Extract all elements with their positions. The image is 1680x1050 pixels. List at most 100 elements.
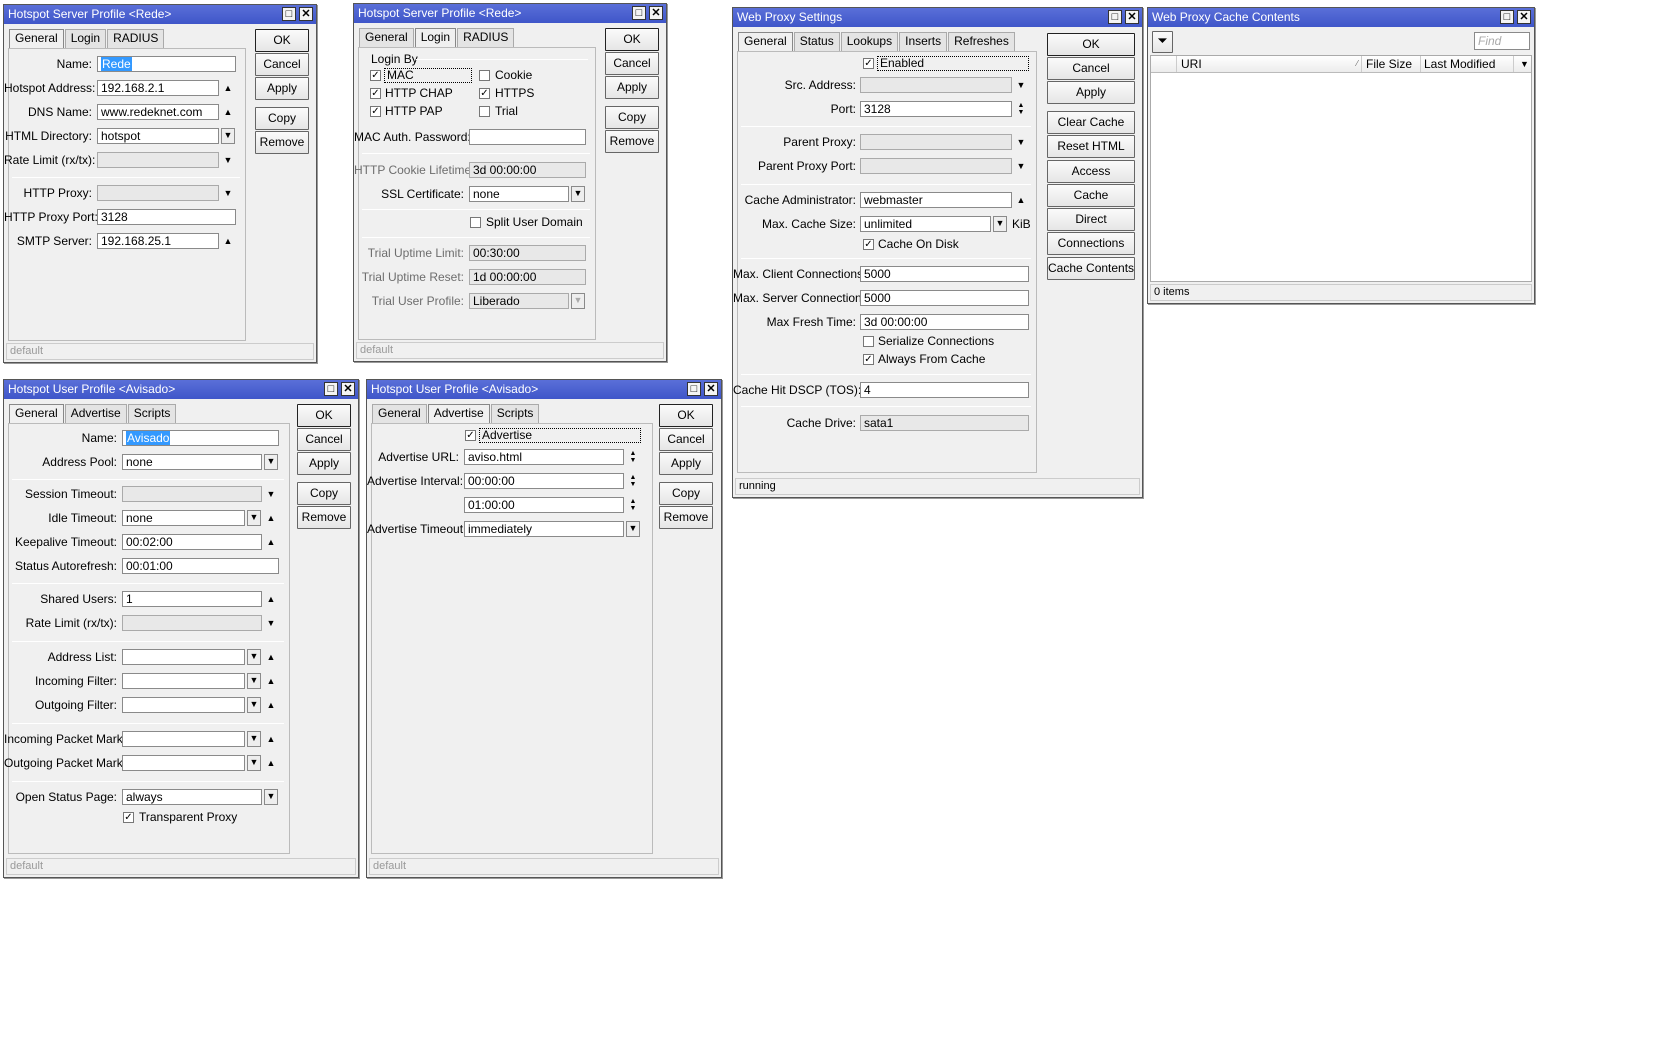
apply-button[interactable]: Apply (297, 452, 351, 475)
http-proxy-port-field[interactable]: 3128 (97, 209, 236, 225)
advertise-checkbox[interactable]: ✓ (465, 430, 476, 441)
apply-button[interactable]: Apply (605, 76, 659, 99)
tab-advertise[interactable]: Advertise (64, 404, 127, 423)
title-bar[interactable]: Hotspot Server Profile <Rede> □ ✕ (4, 5, 316, 24)
direct-button[interactable]: Direct (1047, 208, 1135, 231)
cache-administrator-field[interactable]: webmaster (860, 192, 1012, 208)
expand-down-icon[interactable]: ▼ (265, 615, 277, 631)
connections-button[interactable]: Connections (1047, 232, 1135, 255)
collapse-up-icon[interactable]: ▲ (265, 697, 277, 713)
collapse-up-icon[interactable]: ▲ (265, 591, 277, 607)
outgoing-packet-mark-field[interactable] (122, 755, 245, 771)
access-button[interactable]: Access (1047, 160, 1135, 183)
cancel-button[interactable]: Cancel (1047, 57, 1135, 80)
https-checkbox[interactable]: ✓ (479, 88, 490, 99)
cancel-button[interactable]: Cancel (605, 52, 659, 75)
close-icon[interactable]: ✕ (341, 382, 355, 396)
tab-scripts[interactable]: Scripts (127, 404, 177, 423)
expand-down-icon[interactable]: ▼ (1015, 77, 1027, 93)
tab-refreshes[interactable]: Refreshes (948, 32, 1015, 51)
collapse-up-icon[interactable]: ▲ (222, 80, 234, 96)
copy-button[interactable]: Copy (297, 482, 351, 505)
dropdown-icon[interactable]: ▼ (264, 789, 278, 805)
reset-html-button[interactable]: Reset HTML (1047, 135, 1135, 158)
dropdown-icon[interactable]: ▼ (247, 649, 261, 665)
cancel-button[interactable]: Cancel (255, 53, 309, 76)
ok-button[interactable]: OK (659, 404, 713, 427)
copy-button[interactable]: Copy (255, 107, 309, 130)
collapse-up-icon[interactable]: ▲ (265, 649, 277, 665)
tab-lookups[interactable]: Lookups (840, 32, 899, 51)
title-bar[interactable]: Hotspot User Profile <Avisado> □ ✕ (4, 380, 358, 399)
max-server-connections-field[interactable]: 5000 (860, 290, 1029, 306)
hotspot-address-field[interactable]: 192.168.2.1 (97, 80, 219, 96)
trial-uptime-limit-field[interactable]: 00:30:00 (469, 245, 586, 261)
cancel-button[interactable]: Cancel (297, 428, 351, 451)
tab-general[interactable]: General (372, 404, 427, 423)
apply-button[interactable]: Apply (659, 452, 713, 475)
tab-login[interactable]: Login (64, 29, 107, 48)
tab-inserts[interactable]: Inserts (899, 32, 948, 51)
open-status-page-field[interactable]: always (122, 789, 262, 805)
remove-button[interactable]: Remove (255, 131, 309, 154)
close-icon[interactable]: ✕ (704, 382, 718, 396)
cache-on-disk-checkbox[interactable]: ✓ (863, 239, 874, 250)
tab-radius[interactable]: RADIUS (107, 29, 165, 48)
address-pool-field[interactable]: none (122, 454, 262, 470)
title-bar[interactable]: Hotspot Server Profile <Rede> □ ✕ (354, 4, 666, 23)
maximize-icon[interactable]: □ (282, 7, 296, 21)
cache-button[interactable]: Cache (1047, 184, 1135, 207)
title-bar[interactable]: Web Proxy Settings □ ✕ (733, 8, 1142, 27)
dns-name-field[interactable]: www.redeknet.com (97, 104, 219, 120)
collapse-up-icon[interactable]: ▲ (265, 673, 277, 689)
copy-button[interactable]: Copy (605, 106, 659, 129)
title-bar[interactable]: Hotspot User Profile <Avisado> □ ✕ (367, 380, 721, 399)
cache-hit-dscp-field[interactable]: 4 (860, 382, 1029, 398)
transparent-proxy-checkbox[interactable]: ✓ (123, 812, 134, 823)
split-user-domain-checkbox[interactable] (470, 217, 481, 228)
title-bar[interactable]: Web Proxy Cache Contents □ ✕ (1148, 8, 1534, 27)
always-from-cache-checkbox[interactable]: ✓ (863, 354, 874, 365)
spinner-icon[interactable]: ▲ ▼ (627, 497, 639, 513)
dropdown-icon[interactable]: ▼ (626, 521, 640, 537)
maximize-icon[interactable]: □ (632, 6, 646, 20)
filter-icon[interactable]: ⏷ (1152, 31, 1173, 53)
cache-drive-field[interactable]: sata1 (860, 415, 1029, 431)
close-icon[interactable]: ✕ (649, 6, 663, 20)
close-icon[interactable]: ✕ (1517, 10, 1531, 24)
find-input[interactable]: Find (1474, 32, 1530, 50)
status-autorefresh-field[interactable]: 00:01:00 (122, 558, 279, 574)
dropdown-icon[interactable]: ▼ (247, 731, 261, 747)
cancel-button[interactable]: Cancel (659, 428, 713, 451)
remove-button[interactable]: Remove (659, 506, 713, 529)
http-cookie-lifetime-field[interactable]: 3d 00:00:00 (469, 162, 586, 178)
http-pap-checkbox[interactable]: ✓ (370, 106, 381, 117)
max-cache-size-field[interactable]: unlimited (860, 216, 991, 232)
parent-proxy-port-field[interactable] (860, 158, 1012, 174)
rate-limit-field[interactable] (122, 615, 262, 631)
tab-general[interactable]: General (738, 32, 793, 52)
trial-user-profile-field[interactable]: Liberado (469, 293, 569, 309)
ok-button[interactable]: OK (605, 28, 659, 51)
column-header-uri[interactable]: URI ⁄ (1181, 56, 1362, 72)
shared-users-field[interactable]: 1 (122, 591, 262, 607)
collapse-up-icon[interactable]: ▲ (1015, 192, 1027, 208)
collapse-up-icon[interactable]: ▲ (265, 510, 277, 526)
parent-proxy-field[interactable] (860, 134, 1012, 150)
http-chap-checkbox[interactable]: ✓ (370, 88, 381, 99)
advertise-interval-2-field[interactable]: 01:00:00 (464, 497, 624, 513)
column-header-last-modified[interactable]: Last Modified (1424, 56, 1514, 72)
tab-radius[interactable]: RADIUS (457, 28, 515, 47)
mac-auth-password-field[interactable] (469, 129, 586, 145)
dropdown-icon[interactable]: ▼ (247, 755, 261, 771)
column-menu-icon[interactable]: ▼ (1517, 56, 1532, 72)
keepalive-timeout-field[interactable]: 00:02:00 (122, 534, 262, 550)
expand-down-icon[interactable]: ▼ (265, 486, 277, 502)
dropdown-icon[interactable]: ▼ (264, 454, 278, 470)
advertise-timeout-field[interactable]: immediately (464, 521, 624, 537)
expand-down-icon[interactable]: ▼ (1015, 158, 1027, 174)
address-list-field[interactable] (122, 649, 245, 665)
src-address-field[interactable] (860, 77, 1012, 93)
spinner-icon[interactable]: ▲ ▼ (627, 473, 639, 489)
name-field[interactable]: Avisado (122, 430, 279, 446)
